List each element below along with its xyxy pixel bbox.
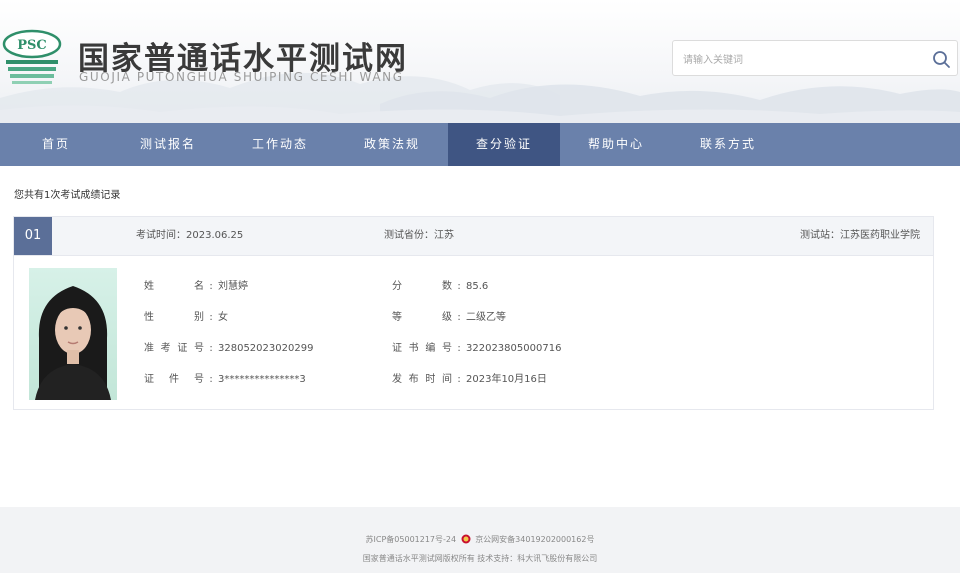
nav-item-help[interactable]: 帮助中心	[560, 123, 672, 166]
record-number-badge: 01	[14, 217, 52, 255]
exam-time-value: 2023.06.25	[186, 230, 244, 241]
ticket-label: 准考证号	[144, 343, 204, 354]
nav-item-contact[interactable]: 联系方式	[672, 123, 784, 166]
level-label: 等 级	[392, 312, 452, 323]
footer-copyright: 国家普通话水平测试网版权所有 技术支持：科大讯飞股份有限公司	[362, 554, 598, 563]
ticket-value: 328052023020299	[218, 343, 314, 354]
police-record-link[interactable]: 京公网安备34019202000162号	[475, 535, 594, 544]
site-header: PSC 国家普通话水平测试网 GUOJIA PUTONGHUA SHUIPING…	[0, 0, 960, 123]
gender-value: 女	[218, 312, 228, 323]
score-label: 分 数	[392, 281, 452, 292]
icp-link[interactable]: 苏ICP备05001217号-24	[366, 535, 457, 544]
field-certificate: 证书编号:32202380500071​6	[392, 339, 561, 354]
nav-item-score-verify[interactable]: 查分验证	[448, 123, 560, 166]
test-station: 测试站：江苏医药职业学院	[800, 217, 920, 255]
score-record-card: 01 考试时间：2023.06.25 测试省份：江苏 测试站：江苏医药职业学院 …	[13, 216, 934, 410]
psc-logo: PSC	[2, 29, 62, 84]
nav-item-news[interactable]: 工作动态	[224, 123, 336, 166]
svg-text:PSC: PSC	[17, 38, 47, 53]
province-value: 江苏	[434, 230, 454, 241]
level-value: 二级乙等	[466, 312, 506, 323]
exam-time-label: 考试时间：	[136, 230, 186, 241]
province-label: 测试省份：	[384, 230, 434, 241]
certificate-label: 证书编号	[392, 343, 452, 354]
release-date-label: 发布时间	[392, 374, 452, 385]
field-ticket: 准考证号:328052023020299	[144, 339, 313, 354]
search-icon[interactable]	[929, 47, 953, 71]
nav-item-policy[interactable]: 政策法规	[336, 123, 448, 166]
name-value: 刘慧婷	[218, 281, 248, 292]
station-label: 测试站：	[800, 230, 840, 241]
station-value: 江苏医药职业学院	[840, 230, 920, 241]
record-summary: 您共有1次考试成绩记录	[14, 190, 121, 201]
id-label: 证件号	[144, 374, 204, 385]
field-id: 证件号:3***************3	[144, 370, 306, 385]
site-footer: 苏ICP备05001217号-24 京公网安备34019202000162号 国…	[0, 507, 960, 573]
candidate-photo	[29, 268, 117, 400]
gender-label: 性 别	[144, 312, 204, 323]
certificate-value: 32202380500071​6	[466, 343, 562, 354]
search-box	[672, 40, 958, 76]
main-nav: 首页 测试报名 工作动态 政策法规 查分验证 帮助中心 联系方式	[0, 123, 960, 166]
field-level: 等 级: 二级乙等	[392, 308, 506, 323]
id-value: 3***************3	[218, 374, 306, 385]
search-input[interactable]	[681, 49, 925, 71]
release-date-value: 2023年10月16日	[466, 374, 547, 385]
name-label: 姓 名	[144, 281, 204, 292]
exam-time: 考试时间：2023.06.25	[136, 217, 243, 255]
record-header: 01 考试时间：2023.06.25 测试省份：江苏 测试站：江苏医药职业学院	[14, 217, 933, 256]
nav-item-registration[interactable]: 测试报名	[112, 123, 224, 166]
site-subtitle: GUOJIA PUTONGHUA SHUIPING CESHI WANG	[79, 70, 404, 84]
field-gender: 性 别:女	[144, 308, 228, 323]
field-name: 姓 名: 刘慧婷	[144, 277, 248, 292]
test-province: 测试省份：江苏	[384, 217, 454, 255]
police-badge-icon	[461, 534, 471, 544]
footer-registration: 苏ICP备05001217号-24 京公网安备34019202000162号	[0, 534, 960, 545]
nav-item-home[interactable]: 首页	[0, 123, 112, 166]
score-value: 85.6	[466, 281, 489, 292]
field-release-date: 发布时间:2023年10月16日	[392, 370, 547, 385]
field-score: 分 数:85.6	[392, 277, 488, 292]
